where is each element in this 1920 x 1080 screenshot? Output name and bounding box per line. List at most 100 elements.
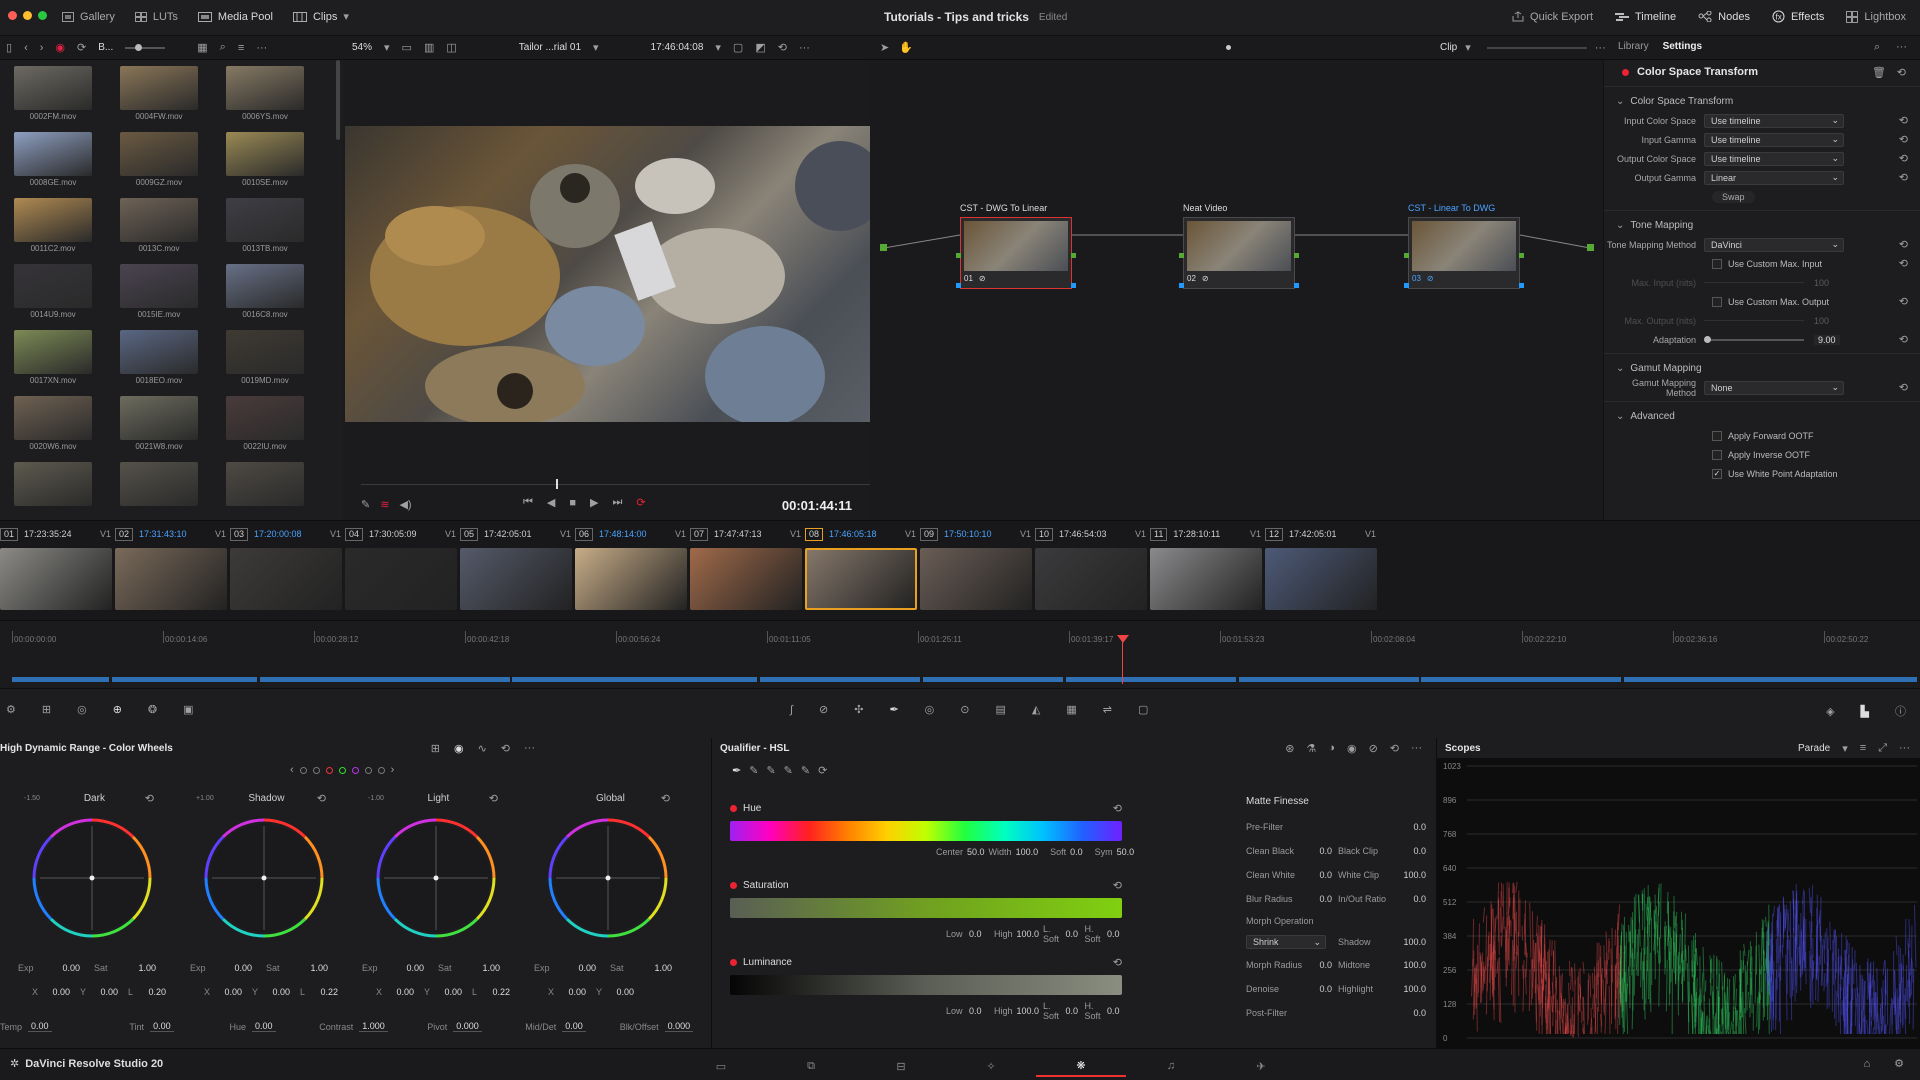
more-options-icon[interactable]: ···	[1896, 41, 1907, 53]
media-clip[interactable]: 0006YS.mov	[226, 66, 304, 121]
parade-scope[interactable]: 1023 896 768 640 512 384 256 128 0	[1437, 758, 1920, 1048]
reset-icon[interactable]: ⟲	[1899, 295, 1908, 308]
timeline-track[interactable]	[12, 677, 1917, 682]
node-key-output-connector[interactable]	[1071, 283, 1076, 288]
midtone-value[interactable]: 100.0	[1403, 960, 1426, 970]
node-input-connector[interactable]	[956, 253, 961, 258]
media-clip-thumbnail[interactable]	[120, 330, 198, 374]
tab-luts[interactable]: LUTs	[134, 11, 178, 23]
reset-icon[interactable]: ⟲	[1899, 257, 1908, 270]
highlight-icon[interactable]: ⟳	[818, 764, 827, 777]
node-input-connector[interactable]	[1404, 253, 1409, 258]
media-clip-thumbnail[interactable]	[226, 264, 304, 308]
timeline-playhead[interactable]	[1122, 636, 1123, 684]
max-input-value[interactable]: 100	[1814, 278, 1829, 288]
back-icon[interactable]: ‹	[24, 42, 28, 54]
adaptation-slider[interactable]	[1704, 335, 1804, 343]
wheel-sat-value[interactable]: 1.00	[286, 963, 328, 973]
media-clip-thumbnail[interactable]	[120, 264, 198, 308]
clip-thumbnail[interactable]	[345, 548, 457, 610]
reset-icon[interactable]: ⟲	[1899, 238, 1908, 251]
highlight-icon[interactable]: ◩	[755, 41, 765, 54]
max-input-slider[interactable]	[1704, 282, 1804, 283]
tab-clips[interactable]: Clips ▾	[292, 10, 349, 23]
hue-sym-value[interactable]: 50.0	[1117, 847, 1135, 857]
media-clip[interactable]: 0019MD.mov	[226, 330, 304, 385]
media-clip-thumbnail[interactable]	[120, 132, 198, 176]
morph-op-dropdown[interactable]: Shrink ⌄	[1246, 935, 1326, 949]
link-icon[interactable]: ⟳	[77, 41, 86, 54]
zone-dot[interactable]	[338, 766, 346, 774]
stereo-icon[interactable]: ▢	[1138, 703, 1148, 716]
thumb-size-slider[interactable]	[125, 43, 166, 51]
hue-soft-value[interactable]: 0.0	[1070, 847, 1083, 857]
node-key-output-connector[interactable]	[1519, 283, 1524, 288]
reset-icon[interactable]: ⟲	[1390, 742, 1399, 755]
deliver-page-icon[interactable]: ✈	[1216, 1060, 1306, 1073]
more-options-icon[interactable]: ···	[256, 42, 267, 54]
source-timecode[interactable]: 17:46:04:08	[651, 42, 704, 53]
wheel-bottom-value[interactable]: 0.00	[562, 1021, 586, 1032]
expand-icon[interactable]: ⤢	[1878, 742, 1887, 755]
lum-lsoft-value[interactable]: 0.0	[1063, 1006, 1080, 1016]
keyframes-icon[interactable]: ◈	[1826, 705, 1834, 718]
chevron-right-icon[interactable]: ›	[391, 764, 395, 776]
media-clip[interactable]	[14, 462, 92, 508]
wheel-exp-value[interactable]: 0.00	[556, 963, 596, 973]
black-clip-value[interactable]: 0.0	[1413, 846, 1426, 856]
color-node[interactable]: CST - DWG To Linear 01 ⊘	[956, 203, 1076, 289]
timeline-clip-segment[interactable]	[1421, 677, 1621, 682]
luminance-gradient[interactable]	[730, 975, 1122, 995]
inout-ratio-value[interactable]: 0.0	[1413, 894, 1426, 904]
tab-library[interactable]: Library	[1618, 41, 1649, 52]
luma-mode-icon[interactable]: ◑	[1328, 742, 1335, 754]
lum-low-value[interactable]: 0.0	[967, 1006, 984, 1016]
reset-icon[interactable]: ⟲	[1899, 114, 1908, 127]
node-output-connector[interactable]	[1519, 253, 1524, 258]
media-clip[interactable]: 0014U9.mov	[14, 264, 92, 319]
clean-black-value[interactable]: 0.0	[1296, 846, 1332, 856]
fusion-page-icon[interactable]: ✧	[946, 1060, 1036, 1073]
scopes-icon[interactable]: ▙	[1861, 705, 1869, 718]
timeline-clip-segment[interactable]	[760, 677, 920, 682]
hue-gradient[interactable]	[730, 821, 1122, 841]
highlight-value[interactable]: 100.0	[1403, 984, 1426, 994]
more-options-icon[interactable]: ···	[524, 742, 535, 754]
mini-timeline[interactable]: 00:00:00:00 00:00:14:06 00:00:28:12 00:00:4…	[0, 620, 1920, 688]
color-match-icon[interactable]: ⊞	[42, 703, 51, 716]
media-page-icon[interactable]: ▭	[676, 1060, 766, 1073]
clip-thumbnail[interactable]	[690, 548, 802, 610]
denoise-value[interactable]: 0.0	[1304, 984, 1332, 994]
loop-icon[interactable]: ⟳	[636, 496, 645, 509]
reset-icon[interactable]: ⟲	[661, 792, 670, 805]
section-color-space-transform[interactable]: ⌄ Color Space Transform	[1604, 91, 1920, 111]
wheel-bottom-value[interactable]: 0.00	[28, 1021, 52, 1032]
compare-icon[interactable]: ◫	[446, 41, 456, 54]
clip-thumbnail[interactable]	[1150, 548, 1262, 610]
playhead-marker[interactable]	[1117, 635, 1129, 643]
forward-icon[interactable]: ›	[40, 42, 44, 54]
reset-icon[interactable]: ⟲	[1899, 171, 1908, 184]
go-to-end-icon[interactable]: ⏭	[613, 496, 623, 509]
timeline-button[interactable]: Timeline	[1615, 11, 1676, 23]
more-options-icon[interactable]: ···	[1411, 742, 1422, 754]
sat-high-value[interactable]: 100.0	[1017, 929, 1040, 939]
media-clip[interactable]: 0021W8.mov	[120, 396, 198, 451]
zone-dot[interactable]	[325, 766, 333, 774]
custom-max-output-checkbox[interactable]	[1712, 296, 1722, 307]
more-options-icon[interactable]: ···	[1595, 42, 1606, 54]
node-input-connector[interactable]	[1179, 253, 1184, 258]
tab-media-pool[interactable]: Media Pool	[197, 11, 273, 23]
minimize-window-button[interactable]	[23, 11, 32, 20]
single-viewer-icon[interactable]: ▭	[402, 41, 412, 54]
go-to-start-icon[interactable]: ⏮	[523, 496, 533, 509]
wheel-zone-value[interactable]: -1.00	[368, 795, 388, 802]
play-reverse-icon[interactable]: ◀	[547, 496, 555, 509]
qualifier-icon[interactable]: ✒	[889, 703, 898, 716]
custom-max-input-checkbox[interactable]	[1712, 258, 1722, 269]
color-wheels-icon[interactable]: ◎	[77, 703, 87, 716]
invert-icon[interactable]: ⊘	[1369, 742, 1378, 755]
white-point-checkbox[interactable]: ✓	[1712, 468, 1722, 479]
quick-export-button[interactable]: Quick Export	[1512, 11, 1593, 23]
eyedropper-icon[interactable]: ✎	[361, 498, 370, 511]
